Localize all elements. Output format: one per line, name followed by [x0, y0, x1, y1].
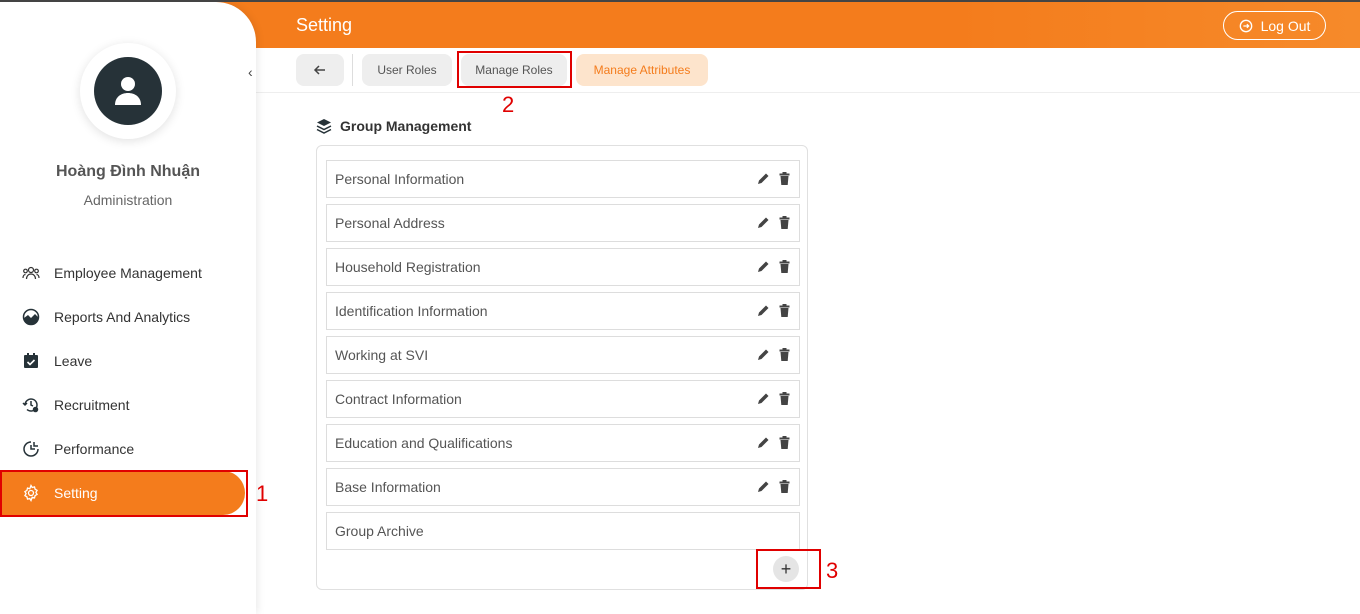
logout-icon: [1239, 19, 1252, 32]
tab-user-roles[interactable]: User Roles: [362, 54, 452, 86]
annotation-number: 1: [256, 481, 269, 506]
top-border: [0, 0, 1360, 2]
group-item[interactable]: Education and Qualifications: [326, 424, 800, 462]
pencil-icon[interactable]: [757, 392, 770, 405]
group-item[interactable]: Identification Information: [326, 292, 800, 330]
group-management-title: Group Management: [340, 118, 472, 134]
group-item[interactable]: Personal Address: [326, 204, 800, 242]
group-item-label: Base Information: [335, 479, 441, 495]
divider: [352, 54, 353, 86]
sidebar-item-employee-management[interactable]: Employee Management: [0, 251, 245, 295]
sidebar-item-recruitment[interactable]: Recruitment: [0, 383, 245, 427]
arrow-left-icon: [313, 65, 325, 75]
recruitment-icon: [22, 398, 39, 413]
people-icon: [22, 266, 40, 280]
add-group-button[interactable]: +: [773, 556, 799, 582]
group-item[interactable]: Base Information: [326, 468, 800, 506]
trash-icon[interactable]: [778, 304, 791, 317]
pencil-icon[interactable]: [757, 436, 770, 449]
group-item-label: Contract Information: [335, 391, 462, 407]
sidebar: Hoàng Đình Nhuận Administration Employee…: [0, 2, 256, 614]
pencil-icon[interactable]: [757, 172, 770, 185]
group-item-label: Identification Information: [335, 303, 488, 319]
annotation-number: 3: [826, 558, 839, 583]
group-item-label: Personal Information: [335, 171, 465, 187]
trash-icon[interactable]: [778, 436, 791, 449]
sidebar-item-label: Employee Management: [54, 265, 202, 281]
user-avatar-icon: [94, 57, 162, 125]
page-title: Setting: [296, 15, 353, 35]
group-item[interactable]: Household Registration: [326, 248, 800, 286]
sidebar-item-performance[interactable]: Performance: [0, 427, 245, 471]
tab-bar: User Roles Manage Roles Manage Attribute…: [256, 48, 1360, 93]
trash-icon[interactable]: [778, 216, 791, 229]
logout-label: Log Out: [1260, 17, 1311, 34]
back-button[interactable]: [296, 54, 344, 86]
group-item[interactable]: Working at SVI: [326, 336, 800, 374]
trash-icon[interactable]: [778, 480, 791, 493]
layers-icon: [316, 119, 332, 134]
gear-icon: [24, 484, 38, 502]
trash-icon[interactable]: [778, 392, 791, 405]
trash-icon[interactable]: [778, 260, 791, 273]
pencil-icon[interactable]: [757, 348, 770, 361]
pencil-icon[interactable]: [757, 304, 770, 317]
group-item[interactable]: Contract Information: [326, 380, 800, 418]
pencil-icon[interactable]: [757, 260, 770, 273]
sidebar-item-label: Performance: [54, 441, 135, 457]
sidebar-item-label: Leave: [54, 353, 93, 369]
group-item-label: Education and Qualifications: [335, 435, 513, 451]
sidebar-item-label: Reports And Analytics: [54, 309, 191, 325]
annotation-number: 2: [502, 92, 515, 117]
group-item[interactable]: Personal Information: [326, 160, 800, 198]
pencil-icon[interactable]: [757, 216, 770, 229]
sidebar-item-setting[interactable]: Setting: [0, 471, 245, 515]
group-item-label: Group Archive: [335, 523, 424, 539]
group-item-archive[interactable]: Group Archive: [326, 512, 800, 550]
tab-manage-attributes[interactable]: Manage Attributes: [576, 54, 708, 86]
group-management-panel: Personal Information Personal Address Ho…: [316, 145, 808, 590]
pencil-icon[interactable]: [757, 480, 770, 493]
chart-icon: [22, 308, 40, 326]
sidebar-item-label: Setting: [54, 485, 98, 501]
sidebar-item-label: Recruitment: [54, 397, 130, 413]
sidebar-item-reports[interactable]: Reports And Analytics: [0, 295, 245, 339]
trash-icon[interactable]: [778, 172, 791, 185]
tab-manage-roles[interactable]: Manage Roles: [461, 54, 567, 86]
sidebar-item-leave[interactable]: Leave: [0, 339, 245, 383]
calendar-check-icon: [24, 353, 38, 368]
group-item-label: Personal Address: [335, 215, 445, 231]
logout-button[interactable]: Log Out: [1223, 11, 1326, 40]
trash-icon[interactable]: [778, 348, 791, 361]
user-name: Hoàng Đình Nhuận: [56, 163, 200, 180]
group-item-label: Working at SVI: [335, 347, 429, 363]
collapse-sidebar-icon[interactable]: ‹: [248, 64, 253, 80]
section-title: Group Management: [316, 118, 471, 134]
user-role: Administration: [83, 192, 173, 208]
group-item-label: Household Registration: [335, 259, 481, 275]
performance-icon: [23, 441, 39, 457]
avatar[interactable]: [80, 43, 176, 139]
